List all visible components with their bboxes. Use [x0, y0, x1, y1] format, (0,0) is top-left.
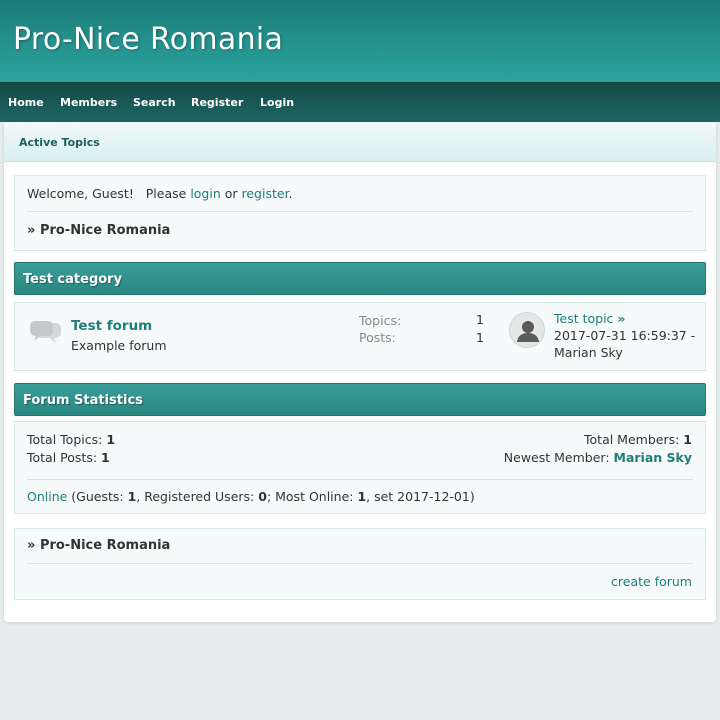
login-link[interactable]: login — [190, 186, 220, 201]
user-silhouette-icon[interactable] — [509, 312, 545, 348]
online-text-d: , set 2017-12-01) — [366, 489, 475, 504]
nav-search[interactable]: Search — [133, 96, 176, 109]
active-topics-link[interactable]: Active Topics — [19, 136, 100, 149]
total-posts: Total Posts: 1 — [27, 450, 110, 465]
divider — [27, 211, 693, 212]
last-post-date: 2017-07-31 16:59:37 - — [554, 328, 696, 343]
total-topics-value: 1 — [106, 432, 116, 447]
guests-count: 1 — [127, 489, 137, 504]
posts-count: 1 — [476, 330, 484, 345]
most-online-count: 1 — [357, 489, 367, 504]
breadcrumb: » Pro-Nice Romania — [27, 223, 170, 238]
welcome-prefix: Welcome, Guest! Please — [27, 186, 191, 201]
speech-bubbles-icon — [29, 319, 63, 349]
footer-breadcrumb: » Pro-Nice Romania — [27, 538, 170, 553]
online-link[interactable]: Online — [27, 489, 67, 504]
footer-breadcrumb-home[interactable]: Pro-Nice Romania — [40, 538, 170, 553]
category-header: Test category — [14, 262, 706, 295]
welcome-or: or — [220, 186, 242, 201]
posts-label: Posts: — [359, 330, 396, 345]
divider — [27, 479, 693, 480]
online-status: Online (Guests: 1, Registered Users: 0; … — [27, 489, 475, 504]
breadcrumb-home[interactable]: Pro-Nice Romania — [40, 223, 170, 238]
nav-register[interactable]: Register — [191, 96, 243, 109]
total-topics-label: Total Topics: — [27, 432, 107, 447]
breadcrumb-separator: » — [27, 538, 36, 553]
nav-members[interactable]: Members — [60, 96, 117, 109]
site-title[interactable]: Pro-Nice Romania — [13, 22, 283, 57]
last-post-link[interactable]: Test topic » — [554, 311, 625, 326]
stats-box: Total Topics: 1 Total Posts: 1 Total Mem… — [14, 421, 706, 514]
total-members-value: 1 — [683, 432, 692, 447]
welcome-box: Welcome, Guest! Please login or register… — [14, 175, 706, 251]
site-header: Pro-Nice Romania — [0, 0, 720, 82]
register-link[interactable]: register — [242, 186, 289, 201]
total-posts-value: 1 — [101, 450, 110, 465]
total-topics: Total Topics: 1 — [27, 432, 115, 447]
divider — [27, 563, 693, 564]
last-post-arrow[interactable]: » — [617, 311, 625, 326]
stats-title: Forum Statistics — [23, 393, 143, 408]
forum-row: Test forum Example forum Topics: 1 Posts… — [14, 302, 706, 371]
total-members-label: Total Members: — [584, 432, 684, 447]
online-text-c: ; Most Online: — [266, 489, 358, 504]
registered-count: 0 — [258, 489, 267, 504]
online-text-a: (Guests: — [67, 489, 128, 504]
footer-box: » Pro-Nice Romania create forum — [14, 528, 706, 600]
newest-member: Newest Member: Marian Sky — [504, 450, 692, 465]
online-text-b: , Registered Users: — [136, 489, 259, 504]
main-content: Active Topics Welcome, Guest! Please log… — [4, 122, 716, 622]
total-members: Total Members: 1 — [584, 432, 692, 447]
breadcrumb-separator: » — [27, 223, 36, 238]
topics-label: Topics: — [359, 313, 402, 328]
main-nav: Home Members Search Register Login — [0, 82, 720, 122]
welcome-suffix: . — [288, 186, 293, 201]
category-title[interactable]: Test category — [23, 272, 122, 287]
welcome-message: Welcome, Guest! Please login or register… — [27, 186, 293, 201]
forum-description: Example forum — [71, 338, 167, 353]
nav-home[interactable]: Home — [8, 96, 44, 109]
create-forum-link[interactable]: create forum — [611, 574, 692, 589]
nav-login[interactable]: Login — [260, 96, 294, 109]
last-post-title[interactable]: Test topic — [554, 311, 613, 326]
stats-header: Forum Statistics — [14, 383, 706, 416]
subnav-bar: Active Topics — [4, 122, 716, 162]
newest-member-link[interactable]: Marian Sky — [614, 450, 692, 465]
topics-count: 1 — [476, 312, 484, 327]
forum-name[interactable]: Test forum — [71, 318, 152, 334]
newest-member-label: Newest Member: — [503, 450, 614, 465]
total-posts-label: Total Posts: — [27, 450, 102, 465]
last-post-author: Marian Sky — [554, 345, 623, 360]
